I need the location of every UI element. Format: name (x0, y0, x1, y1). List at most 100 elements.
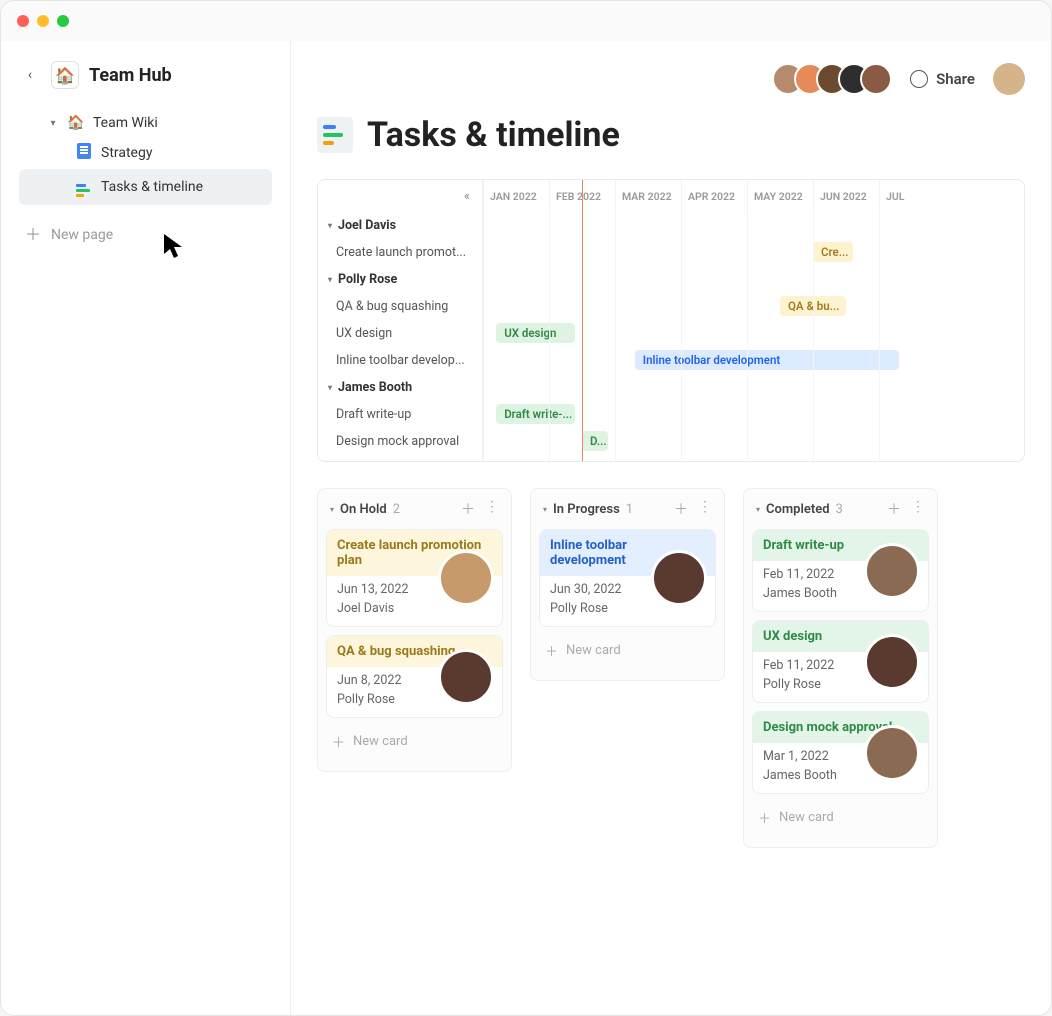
plus-icon: ＋ (25, 227, 41, 243)
add-card-icon[interactable]: ＋ (461, 499, 475, 519)
avatar (864, 634, 920, 690)
today-marker (582, 180, 583, 461)
timeline-task-label[interactable]: Draft write-up (318, 401, 482, 428)
chevron-down-icon[interactable]: ▾ (330, 505, 334, 514)
tree-label: Tasks & timeline (101, 179, 203, 195)
avatar (651, 550, 707, 606)
topbar: Share (317, 63, 1025, 95)
close-window-icon[interactable] (17, 15, 29, 27)
timeline-task-label[interactable]: Inline toolbar develop... (318, 347, 482, 374)
page-title-block: Tasks & timeline (317, 115, 1025, 155)
card-date: Jun 30, 2022 (550, 582, 655, 597)
timeline-icon (317, 117, 353, 153)
tree-item-tasks-timeline[interactable]: Tasks & timeline (19, 169, 272, 205)
collapse-panel-icon[interactable]: « (464, 189, 470, 204)
kanban-column: ▾Completed3＋⋮Draft write-upFeb 11, 2022J… (743, 488, 938, 848)
collaborator-avatars[interactable] (782, 63, 892, 95)
kanban-column: ▾On Hold2＋⋮Create launch promotion planJ… (317, 488, 512, 772)
kanban-card[interactable]: Design mock approvalMar 1, 2022James Boo… (752, 711, 929, 794)
plus-icon: ＋ (545, 641, 558, 660)
timeline-task-list: « ▾Joel DavisCreate launch promot...▾Pol… (318, 180, 483, 461)
avatar[interactable] (860, 63, 892, 95)
house-icon: 🏠 (67, 115, 85, 131)
column-menu-icon[interactable]: ⋮ (911, 499, 925, 519)
globe-icon (910, 70, 928, 88)
kanban-board: ▾On Hold2＋⋮Create launch promotion planJ… (317, 488, 1025, 848)
month-header: MAY 2022 (747, 180, 813, 212)
kanban-card[interactable]: Inline toolbar developmentJun 30, 2022Po… (539, 529, 716, 627)
timeline-bar[interactable]: Cre... (813, 242, 853, 262)
timeline-chart[interactable]: JAN 2022FEB 2022MAR 2022APR 2022MAY 2022… (483, 180, 1024, 461)
timeline-group[interactable]: ▾Joel Davis (318, 212, 482, 239)
kanban-column-header: ▾ In Progress 1 ＋ ⋮ (539, 499, 716, 519)
kanban-column-count: 1 (626, 502, 633, 517)
timeline-group[interactable]: ▾James Booth (318, 374, 482, 401)
avatar (438, 550, 494, 606)
avatar (864, 543, 920, 599)
card-date: Feb 11, 2022 (763, 658, 868, 673)
kanban-column-title: In Progress (553, 502, 620, 517)
card-assignee: Polly Rose (550, 601, 655, 616)
card-date: Jun 8, 2022 (337, 673, 442, 688)
plus-icon: ＋ (758, 808, 771, 827)
card-date: Feb 11, 2022 (763, 567, 868, 582)
card-date: Jun 13, 2022 (337, 582, 442, 597)
workspace-icon: 🏠 (51, 61, 79, 89)
month-header: MAR 2022 (615, 180, 681, 212)
document-icon (75, 143, 93, 163)
avatar (864, 725, 920, 781)
minimize-window-icon[interactable] (37, 15, 49, 27)
card-assignee: James Booth (763, 586, 868, 601)
new-card-button[interactable]: ＋New card (539, 635, 716, 666)
add-card-icon[interactable]: ＋ (887, 499, 901, 519)
kanban-card[interactable]: UX designFeb 11, 2022Polly Rose (752, 620, 929, 703)
kanban-card[interactable]: Draft write-upFeb 11, 2022James Booth (752, 529, 929, 612)
card-date: Mar 1, 2022 (763, 749, 868, 764)
column-menu-icon[interactable]: ⋮ (485, 499, 499, 519)
tree-label: Strategy (101, 145, 152, 161)
timeline-bar[interactable]: Inline toolbar development (635, 350, 899, 370)
page-title: Tasks & timeline (367, 115, 620, 155)
timeline-task-label[interactable]: UX design (318, 320, 482, 347)
add-card-icon[interactable]: ＋ (674, 499, 688, 519)
sidebar: ‹ 🏠 Team Hub ▾ 🏠 Team Wiki Strategy (1, 41, 291, 1015)
current-user-avatar[interactable] (993, 63, 1025, 95)
kanban-card[interactable]: QA & bug squashingJun 8, 2022Polly Rose (326, 635, 503, 718)
new-page-button[interactable]: ＋ New page (19, 219, 272, 251)
timeline-bar[interactable]: UX design (496, 323, 575, 343)
month-header: JAN 2022 (483, 180, 549, 212)
share-label: Share (936, 70, 975, 88)
chevron-down-icon[interactable]: ▾ (543, 505, 547, 514)
kanban-column-title: On Hold (340, 502, 387, 517)
maximize-window-icon[interactable] (57, 15, 69, 27)
new-card-button[interactable]: ＋New card (752, 802, 929, 833)
tree-item-wiki[interactable]: ▾ 🏠 Team Wiki (19, 109, 272, 137)
app-window: ‹ 🏠 Team Hub ▾ 🏠 Team Wiki Strategy (0, 0, 1052, 1016)
column-menu-icon[interactable]: ⋮ (698, 499, 712, 519)
timeline-bar[interactable]: Draft write-... (496, 404, 575, 424)
month-header: APR 2022 (681, 180, 747, 212)
new-card-button[interactable]: ＋New card (326, 726, 503, 757)
main-content: Share Tasks & timeline « (291, 41, 1051, 1015)
traffic-lights (17, 15, 69, 27)
tree-label: Team Wiki (93, 115, 158, 131)
back-button[interactable]: ‹ (19, 64, 41, 86)
timeline-group[interactable]: ▾Polly Rose (318, 266, 482, 293)
kanban-card[interactable]: Create launch promotion planJun 13, 2022… (326, 529, 503, 627)
timeline-task-label[interactable]: Design mock approval (318, 428, 482, 455)
timeline-bar[interactable]: D... (582, 431, 608, 451)
workspace-title: Team Hub (89, 65, 172, 86)
new-page-label: New page (51, 227, 113, 243)
card-assignee: Joel Davis (337, 601, 442, 616)
page-tree: ▾ 🏠 Team Wiki Strategy Tasks & timeline (19, 109, 272, 205)
workspace-header: ‹ 🏠 Team Hub (19, 61, 272, 89)
card-assignee: James Booth (763, 768, 868, 783)
timeline-task-label[interactable]: QA & bug squashing (318, 293, 482, 320)
timeline-widget[interactable]: « ▾Joel DavisCreate launch promot...▾Pol… (317, 179, 1025, 462)
chevron-down-icon[interactable]: ▾ (47, 118, 59, 129)
timeline-task-label[interactable]: Create launch promot... (318, 239, 482, 266)
tree-item-strategy[interactable]: Strategy (19, 137, 272, 169)
chevron-down-icon[interactable]: ▾ (756, 505, 760, 514)
share-button[interactable]: Share (910, 70, 975, 88)
month-header: JUL (879, 180, 945, 212)
